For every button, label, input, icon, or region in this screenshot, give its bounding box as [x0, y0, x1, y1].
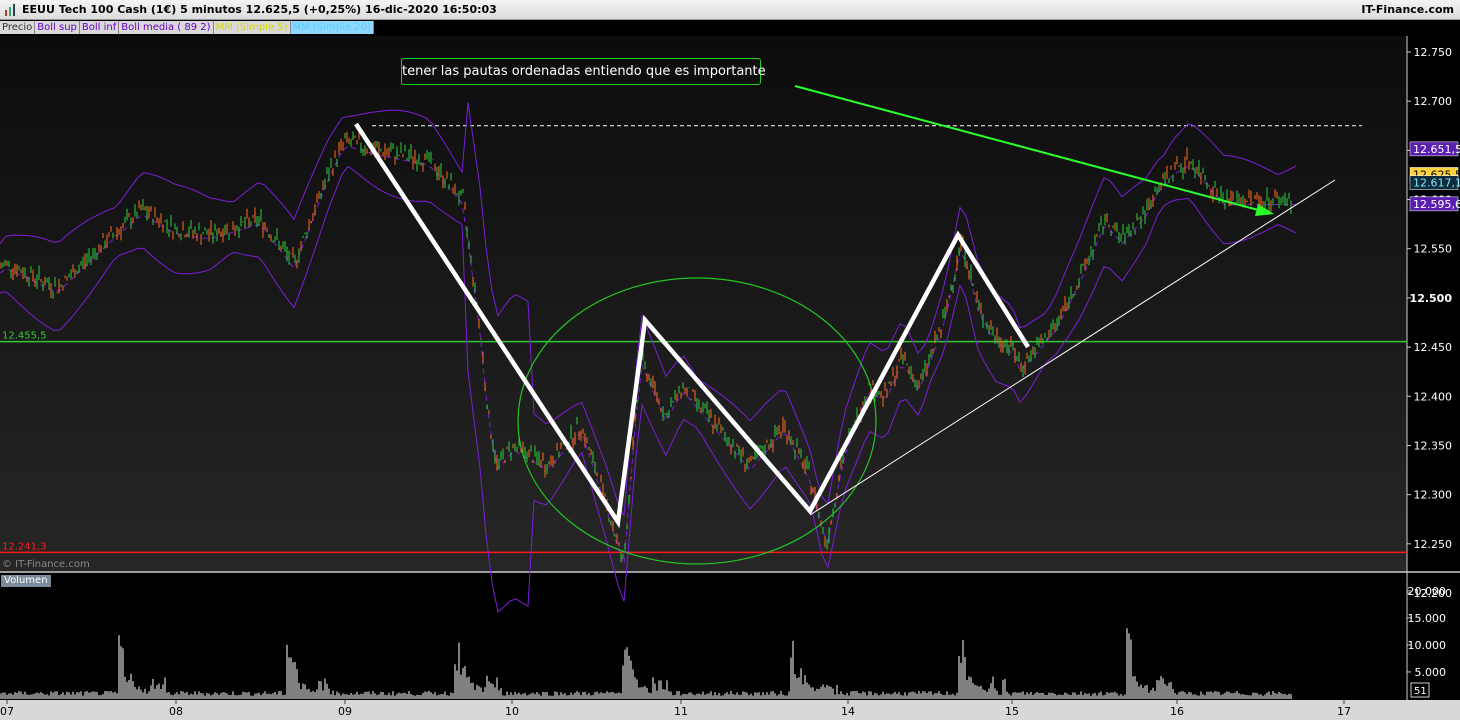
x-tick-label-0: 07 [0, 705, 14, 718]
x-tick-label-4: 11 [674, 705, 688, 718]
y-tick-label-5: 12.500 [1410, 292, 1453, 305]
price-tag-label-0: 12.651,5 [1413, 143, 1460, 156]
x-tick-label-3: 10 [505, 705, 519, 718]
x-tick-label-1: 08 [169, 705, 183, 718]
volume-panel-label: Volumen [1, 575, 51, 587]
y-tick-label-10: 12.250 [1414, 538, 1453, 551]
y-axis-background [1407, 36, 1460, 700]
x-tick-label-7: 16 [1170, 705, 1184, 718]
y-tick-label-9: 12.300 [1414, 489, 1453, 502]
y-tick-label-0: 12.750 [1414, 46, 1453, 59]
y-tick-label-8: 12.350 [1414, 439, 1453, 452]
price-tag-label-2: 12.617,1 [1413, 177, 1460, 190]
annotation-text-box[interactable]: tener las pautas ordenadas entiendo que … [401, 58, 766, 85]
y-tick-label-7: 12.400 [1414, 390, 1453, 403]
x-tick-label-8: 17 [1337, 705, 1351, 718]
y-tick-label-4: 12.550 [1414, 243, 1453, 256]
x-tick-label-2: 09 [338, 705, 352, 718]
volume-tick-label-3: 5.000 [1415, 666, 1447, 679]
horizontal-line-label-0: 12.455,5 [2, 331, 47, 342]
volume-panel-background [0, 573, 1407, 700]
copyright-label: © IT-Finance.com [2, 559, 90, 570]
y-tick-label-6: 12.450 [1414, 341, 1453, 354]
volume-tick-label-2: 10.000 [1408, 639, 1447, 652]
price-chart: 12.75012.70012.65012.60012.55012.50012.4… [0, 36, 1460, 720]
x-axis-background [0, 700, 1460, 720]
price-tag-label-3: 12.595,6 [1413, 198, 1460, 211]
y-tick-label-1: 12.700 [1414, 95, 1453, 108]
horizontal-line-label-1: 12.241,3 [2, 541, 47, 552]
price-panel-background [0, 36, 1407, 571]
volume-tick-label-0: 20.000 [1408, 585, 1447, 598]
x-tick-label-5: 14 [841, 705, 855, 718]
volume-tick-label-1: 15.000 [1408, 612, 1447, 625]
volume-last-value-label: 51 [1414, 686, 1427, 697]
x-tick-label-6: 15 [1005, 705, 1019, 718]
